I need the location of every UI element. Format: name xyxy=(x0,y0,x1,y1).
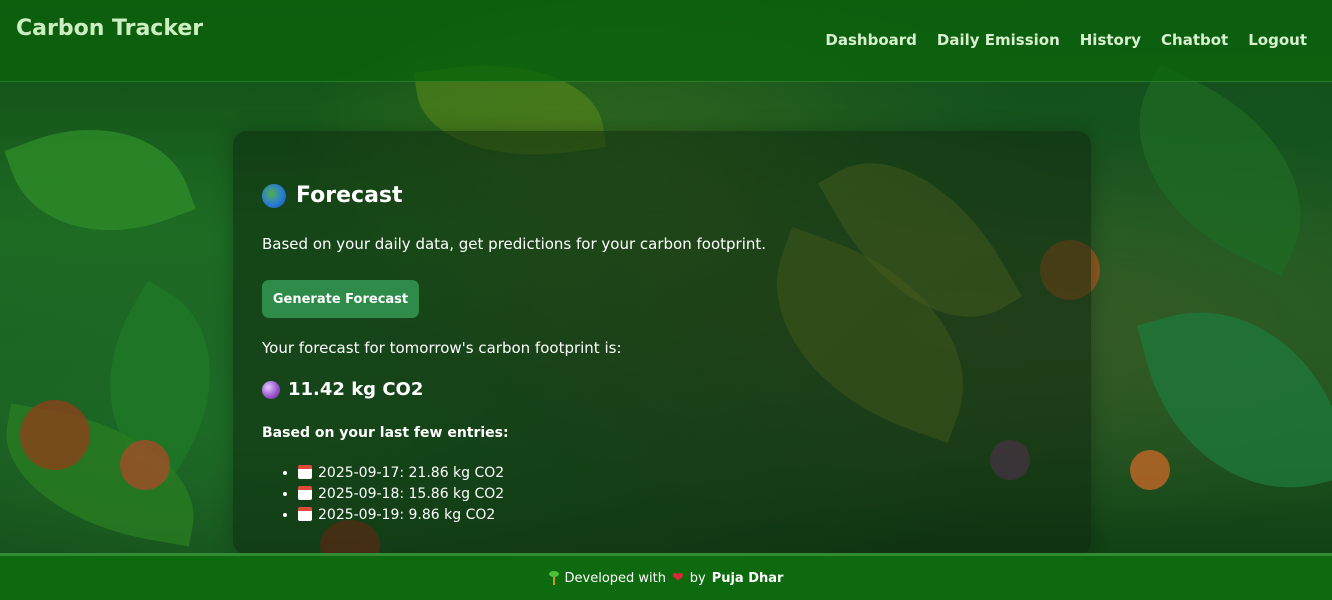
forecast-heading: Forecast xyxy=(262,183,403,208)
navbar: Carbon Tracker Dashboard Daily Emission … xyxy=(0,0,1332,82)
forecast-content: Forecast Based on your daily data, get p… xyxy=(262,183,766,523)
footer-by: by xyxy=(689,570,706,586)
nav-logout[interactable]: Logout xyxy=(1248,31,1307,49)
entry-text: 2025-09-17: 21.86 kg CO2 xyxy=(318,465,505,481)
nav-links: Dashboard Daily Emission History Chatbot… xyxy=(825,31,1307,49)
crystal-ball-icon xyxy=(262,380,280,399)
nav-daily-emission[interactable]: Daily Emission xyxy=(937,31,1060,49)
entry-text: 2025-09-19: 9.86 kg CO2 xyxy=(318,507,496,523)
nav-chatbot[interactable]: Chatbot xyxy=(1161,31,1228,49)
list-item: 2025-09-17: 21.86 kg CO2 xyxy=(298,463,504,484)
nav-history[interactable]: History xyxy=(1080,31,1141,49)
list-item: 2025-09-18: 15.86 kg CO2 xyxy=(298,484,504,505)
heart-icon: ❤ xyxy=(672,570,684,586)
sprout-icon xyxy=(548,571,559,585)
calendar-icon xyxy=(298,465,312,479)
footer: Developed with ❤ by Puja Dhar xyxy=(0,553,1332,600)
footer-prefix: Developed with xyxy=(564,570,666,586)
calendar-icon xyxy=(298,507,312,521)
nav-dashboard[interactable]: Dashboard xyxy=(825,31,916,49)
footer-author: Puja Dhar xyxy=(711,570,784,586)
forecast-result: 11.42 kg CO2 xyxy=(262,379,423,400)
page: Carbon Tracker Dashboard Daily Emission … xyxy=(0,0,1332,600)
list-item: 2025-09-19: 9.86 kg CO2 xyxy=(298,505,504,526)
globe-icon xyxy=(262,183,286,208)
entries-list: 2025-09-17: 21.86 kg CO2 2025-09-18: 15.… xyxy=(262,463,504,526)
forecast-result-value: 11.42 kg CO2 xyxy=(288,379,424,400)
calendar-icon xyxy=(298,486,312,500)
forecast-subtitle: Based on your daily data, get prediction… xyxy=(262,235,767,253)
forecast-title: Forecast xyxy=(296,183,403,208)
entries-heading: Based on your last few entries: xyxy=(262,425,509,441)
forecast-card: Forecast Based on your daily data, get p… xyxy=(233,131,1091,555)
entry-text: 2025-09-18: 15.86 kg CO2 xyxy=(318,486,505,502)
generate-forecast-button[interactable]: Generate Forecast xyxy=(262,280,419,318)
brand-title[interactable]: Carbon Tracker xyxy=(16,16,203,41)
forecast-result-label: Your forecast for tomorrow's carbon foot… xyxy=(262,339,622,357)
